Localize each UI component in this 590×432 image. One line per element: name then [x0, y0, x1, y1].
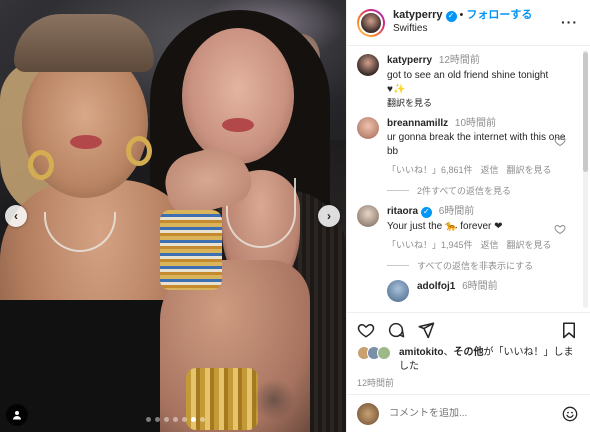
carousel-dots — [146, 417, 205, 422]
caption-avatar[interactable] — [357, 54, 379, 76]
comment-item: ritaora ✓ 6時間前 Your just the 🐆 forever ❤… — [357, 205, 580, 251]
follow-button[interactable]: フォローする — [466, 9, 532, 23]
post-audio-subtitle[interactable]: Swifties — [393, 23, 532, 36]
author-username[interactable]: katyperry — [393, 9, 443, 23]
comment-reply-button[interactable]: 返信 — [481, 239, 499, 251]
tagged-users-button[interactable] — [6, 404, 28, 426]
post-photo: ‹ › — [0, 0, 346, 432]
add-comment-input[interactable] — [389, 408, 539, 419]
comment-username[interactable]: adolfoj1 — [417, 281, 455, 292]
bookmark-save-icon[interactable] — [560, 321, 578, 339]
heart-icon[interactable] — [554, 135, 566, 147]
comment-username[interactable]: ritaora — [387, 206, 418, 217]
carousel-prev-button[interactable]: ‹ — [5, 205, 27, 227]
carousel-next-button[interactable]: › — [318, 205, 340, 227]
post-timestamp[interactable]: 12時間前 — [347, 372, 590, 394]
carousel-dot — [173, 417, 178, 422]
hide-replies-label[interactable]: すべての返信を非表示にする — [417, 259, 533, 272]
caption-text: got to see an old friend shine tonight — [387, 69, 549, 81]
heart-icon[interactable] — [554, 223, 566, 235]
photo-earring-left — [28, 150, 54, 180]
carousel-dot — [182, 417, 187, 422]
photo-lips-left — [70, 135, 102, 149]
comment-time[interactable]: 6時間前 — [439, 206, 475, 217]
caption-emoji: ♥✨ — [387, 84, 406, 95]
liker-username[interactable]: amitokito — [399, 347, 443, 358]
comment-text: Your just the 🐆 forever ❤ — [387, 220, 503, 232]
comment-text: ur gonna break the internet with this on… — [387, 132, 566, 157]
chevron-right-icon: › — [327, 209, 331, 223]
comment-likes-count[interactable]: 「いいね！」6,861件 — [387, 164, 473, 176]
likes-summary: amitokito、その他が「いいね！」しました — [347, 346, 590, 372]
like-heart-icon[interactable] — [357, 321, 375, 339]
photo-bracelets — [160, 210, 222, 290]
comments-list[interactable]: katyperry 12時間前 got to see an old friend… — [347, 46, 590, 312]
carousel-dot — [200, 417, 205, 422]
comment-time[interactable]: 6時間前 — [462, 281, 498, 292]
photo-tattoo — [252, 380, 296, 420]
caption-username[interactable]: katyperry — [387, 55, 432, 66]
comment-reply-button[interactable]: 返信 — [481, 164, 499, 176]
photo-lips-right — [222, 118, 254, 132]
header-separator: • — [459, 9, 464, 22]
comment-avatar[interactable] — [357, 205, 379, 228]
comment-time[interactable]: 10時間前 — [455, 118, 496, 129]
author-avatar[interactable] — [357, 8, 385, 37]
verified-badge-icon: ✓ — [420, 207, 432, 219]
carousel-dot — [164, 417, 169, 422]
comment-username[interactable]: breannamillz — [387, 118, 448, 129]
comment-translate-link[interactable]: 翻訳を見る — [507, 239, 552, 251]
photo-cap — [14, 14, 154, 72]
reply-item: adolfoj1 6時間前 — [387, 280, 580, 303]
post-modal: ‹ › katyperry ✓ • フォローする Swifties ··· ka… — [0, 0, 590, 432]
view-replies-link[interactable]: 2件すべての返信を見る — [387, 184, 580, 197]
carousel-dot — [191, 417, 196, 422]
post-header: katyperry ✓ • フォローする Swifties ··· — [347, 0, 590, 46]
caption-translate-link[interactable]: 翻訳を見る — [387, 97, 567, 109]
caption: katyperry 12時間前 got to see an old friend… — [357, 54, 580, 109]
post-sidebar: katyperry ✓ • フォローする Swifties ··· katype… — [346, 0, 590, 432]
post-actions — [347, 312, 590, 346]
share-send-icon[interactable] — [417, 321, 435, 339]
photo-earring-right — [126, 136, 152, 166]
hide-replies-link[interactable]: すべての返信を非表示にする — [387, 259, 580, 272]
emoji-smiley-icon[interactable] — [562, 406, 578, 422]
current-user-avatar — [357, 402, 379, 425]
comments-scrollbar-thumb[interactable] — [583, 52, 588, 172]
more-options-button[interactable]: ··· — [561, 14, 578, 30]
comment-translate-link[interactable]: 翻訳を見る — [507, 164, 552, 176]
chevron-left-icon: ‹ — [14, 209, 18, 223]
comment-bubble-icon[interactable] — [387, 321, 405, 339]
caption-time[interactable]: 12時間前 — [439, 55, 480, 66]
photo-person-right-face — [182, 28, 294, 164]
comment-likes-count[interactable]: 「いいね！」1,945件 — [387, 239, 473, 251]
view-replies-label[interactable]: 2件すべての返信を見る — [417, 184, 511, 197]
likers-avatars[interactable] — [357, 346, 397, 360]
comment-avatar[interactable] — [357, 116, 379, 139]
likes-others-link[interactable]: その他 — [453, 347, 483, 358]
carousel-dot — [155, 417, 160, 422]
add-comment-bar — [347, 394, 590, 432]
carousel-dot — [146, 417, 151, 422]
verified-badge-icon: ✓ — [445, 10, 457, 22]
user-tag-icon — [13, 411, 21, 420]
comment-avatar[interactable] — [387, 280, 409, 303]
likes-connector: 、 — [443, 347, 454, 358]
comment-item: breannamillz 10時間前 ur gonna break the in… — [357, 116, 580, 177]
